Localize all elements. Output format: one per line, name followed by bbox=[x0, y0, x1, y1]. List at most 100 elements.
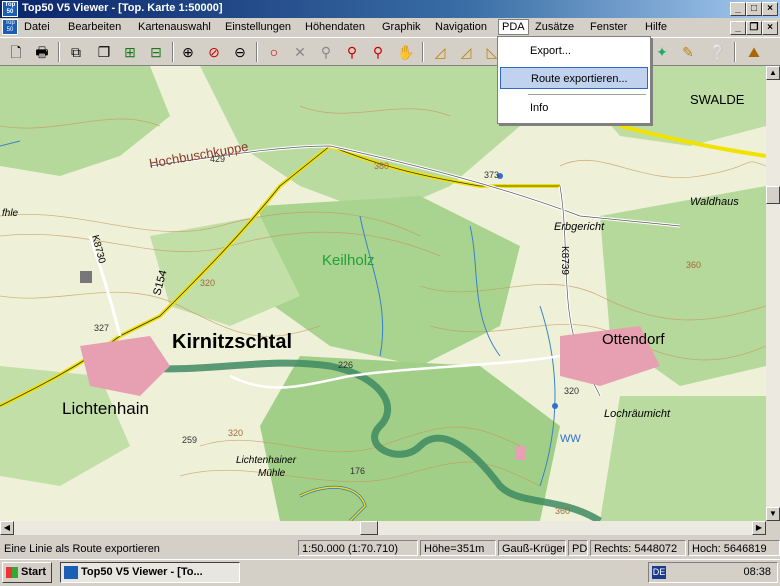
menu-item-route-exportieren[interactable]: Route exportieren... bbox=[500, 67, 648, 89]
measure-icon[interactable]: ◿ bbox=[430, 42, 450, 62]
system-tray: DE 08:38 bbox=[648, 562, 778, 583]
label-k8739: K8739 bbox=[559, 246, 570, 275]
topographic-map[interactable]: Kirnitzschtal Lichtenhain Ottendorf Keil… bbox=[0, 66, 766, 521]
label-lochraumicht: Lochräumicht bbox=[604, 408, 671, 420]
menu-hilfe[interactable]: Hilfe bbox=[645, 21, 667, 33]
menu-fenster[interactable]: Fenster bbox=[590, 21, 627, 33]
building-marker bbox=[515, 446, 525, 460]
menu-item-info[interactable]: Info bbox=[500, 97, 648, 119]
start-label: Start bbox=[21, 566, 47, 578]
pin-label-icon[interactable]: ⚲ bbox=[342, 42, 362, 62]
language-indicator[interactable]: DE bbox=[652, 566, 666, 579]
label-erbgericht: Erbgericht bbox=[554, 221, 605, 233]
maximize-icon[interactable]: □ bbox=[746, 2, 762, 16]
scroll-down-icon[interactable]: ▼ bbox=[766, 507, 780, 521]
3d-view-icon[interactable]: ⛰ bbox=[744, 42, 764, 62]
status-hoch: Hoch: 5646819 bbox=[688, 540, 780, 556]
label-kirnitzschtal: Kirnitzschtal bbox=[172, 331, 292, 353]
vertical-scroll-thumb[interactable] bbox=[766, 186, 780, 204]
document-icon[interactable]: Top 50 bbox=[2, 19, 18, 35]
horizontal-scroll-thumb[interactable] bbox=[360, 521, 378, 535]
menu-kartenauswahl[interactable]: Kartenauswahl bbox=[138, 21, 211, 33]
zoom-cross-icon[interactable]: ⊘ bbox=[204, 42, 224, 62]
doc-restore-icon[interactable]: ❐ bbox=[746, 21, 762, 35]
vertical-scrollbar[interactable]: ▲ ▼ bbox=[766, 66, 780, 521]
elevation-label: 320 bbox=[564, 386, 579, 396]
close-icon[interactable]: × bbox=[762, 2, 778, 16]
label-keilholz: Keilholz bbox=[322, 252, 375, 269]
label-lichtenhainer: Lichtenhainer bbox=[236, 455, 297, 466]
label-lichtenhain: Lichtenhain bbox=[62, 399, 149, 418]
pin-icon[interactable]: ⚲ bbox=[316, 42, 336, 62]
zoom-fit-icon[interactable]: ⊞ bbox=[120, 42, 140, 62]
status-scale: 1:50.000 (1:70.710) bbox=[298, 540, 418, 556]
menu-bearbeiten[interactable]: Bearbeiten bbox=[68, 21, 121, 33]
window-title: Top50 V5 Viewer - [Top. Karte 1:50000] bbox=[22, 2, 223, 14]
toolbar-separator bbox=[256, 42, 258, 62]
menu-bar: Top 50 Datei Bearbeiten Kartenauswahl Ei… bbox=[0, 18, 780, 37]
duplicate-icon[interactable]: ❐ bbox=[94, 42, 114, 62]
zoom-in-icon[interactable]: ⊕ bbox=[178, 42, 198, 62]
title-bar[interactable]: Top 50 Top50 V5 Viewer - [Top. Karte 1:5… bbox=[0, 0, 780, 18]
scroll-corner bbox=[766, 521, 780, 535]
menu-graphik[interactable]: Graphik bbox=[382, 21, 421, 33]
doc-close-icon[interactable]: × bbox=[762, 21, 778, 35]
scroll-left-icon[interactable]: ◀ bbox=[0, 521, 14, 535]
menu-zusaetze[interactable]: Zusätze bbox=[535, 21, 574, 33]
clock[interactable]: 08:38 bbox=[743, 566, 771, 578]
elevation-label: 429 bbox=[210, 154, 225, 164]
elevation-label: 360 bbox=[686, 260, 701, 270]
elevation-label: 320 bbox=[200, 278, 215, 288]
toolbar-separator bbox=[172, 42, 174, 62]
app-icon[interactable]: Top 50 bbox=[2, 1, 18, 17]
toolbar-separator bbox=[58, 42, 60, 62]
status-bar: Eine Linie als Route exportieren 1:50.00… bbox=[0, 538, 780, 558]
status-pd: PD bbox=[568, 540, 588, 556]
app-icon bbox=[64, 566, 78, 579]
elevation-label: 373 bbox=[484, 170, 499, 180]
route-icon[interactable]: ⚲ bbox=[368, 42, 388, 62]
windows-logo-icon bbox=[6, 567, 18, 578]
status-rechts: Rechts: 5448072 bbox=[590, 540, 686, 556]
label-swalde: SWALDE bbox=[690, 92, 745, 107]
elevation-label: 380 bbox=[374, 161, 389, 171]
triangle-icon[interactable]: ◿ bbox=[456, 42, 476, 62]
elevation-label: 259 bbox=[182, 435, 197, 445]
new-icon[interactable]: 🗋 bbox=[6, 42, 26, 62]
circle-icon[interactable]: ○ bbox=[264, 42, 284, 62]
menu-einstellungen[interactable]: Einstellungen bbox=[225, 21, 291, 33]
help-cursor-icon[interactable]: ❔ bbox=[708, 42, 728, 62]
toolbar: 🗋 🖶 ⧉ ❐ ⊞ ⊟ ⊕ ⊘ ⊖ ○ ✕ ⚲ ⚲ ⚲ ✋ ◿ ◿ ◺ ✦ ✎ … bbox=[0, 37, 780, 66]
menu-hoehendaten[interactable]: Höhendaten bbox=[305, 21, 365, 33]
menu-datei[interactable]: Datei bbox=[24, 21, 50, 33]
scroll-right-icon[interactable]: ▶ bbox=[752, 521, 766, 535]
hand-icon[interactable]: ✋ bbox=[396, 42, 416, 62]
zoom-out-icon[interactable]: ⊖ bbox=[230, 42, 250, 62]
label-muhle: Mühle bbox=[258, 468, 286, 479]
menu-pda[interactable]: PDA bbox=[498, 19, 529, 35]
label-waldhaus: Waldhaus bbox=[690, 196, 739, 208]
menu-separator bbox=[528, 94, 646, 95]
map-tool-icon[interactable]: ✎ bbox=[678, 42, 698, 62]
print-icon[interactable]: 🖶 bbox=[32, 42, 52, 62]
taskbar-task-top50[interactable]: Top50 V5 Viewer - [To... bbox=[60, 562, 240, 583]
menu-navigation[interactable]: Navigation bbox=[435, 21, 487, 33]
bus-stop bbox=[552, 403, 558, 409]
elevation-label: 360 bbox=[555, 506, 570, 516]
minimize-icon[interactable]: _ bbox=[730, 2, 746, 16]
toolbar-separator bbox=[734, 42, 736, 62]
layers-icon[interactable]: ✦ bbox=[652, 42, 672, 62]
map-view[interactable]: Kirnitzschtal Lichtenhain Ottendorf Keil… bbox=[0, 66, 766, 521]
building-marker bbox=[80, 271, 92, 283]
menu-item-export[interactable]: Export... bbox=[500, 40, 648, 62]
status-message: Eine Linie als Route exportieren bbox=[4, 543, 160, 555]
taskbar: Start Top50 V5 Viewer - [To... DE 08:38 bbox=[0, 559, 780, 586]
scroll-up-icon[interactable]: ▲ bbox=[766, 66, 780, 80]
start-button[interactable]: Start bbox=[2, 562, 52, 583]
doc-minimize-icon[interactable]: _ bbox=[730, 21, 746, 35]
zoom-select-icon[interactable]: ⊟ bbox=[146, 42, 166, 62]
label-ww: WW bbox=[560, 433, 581, 445]
cross-icon[interactable]: ✕ bbox=[290, 42, 310, 62]
copy-icon[interactable]: ⧉ bbox=[66, 42, 86, 62]
horizontal-scrollbar[interactable]: ◀ ▶ bbox=[0, 521, 766, 535]
